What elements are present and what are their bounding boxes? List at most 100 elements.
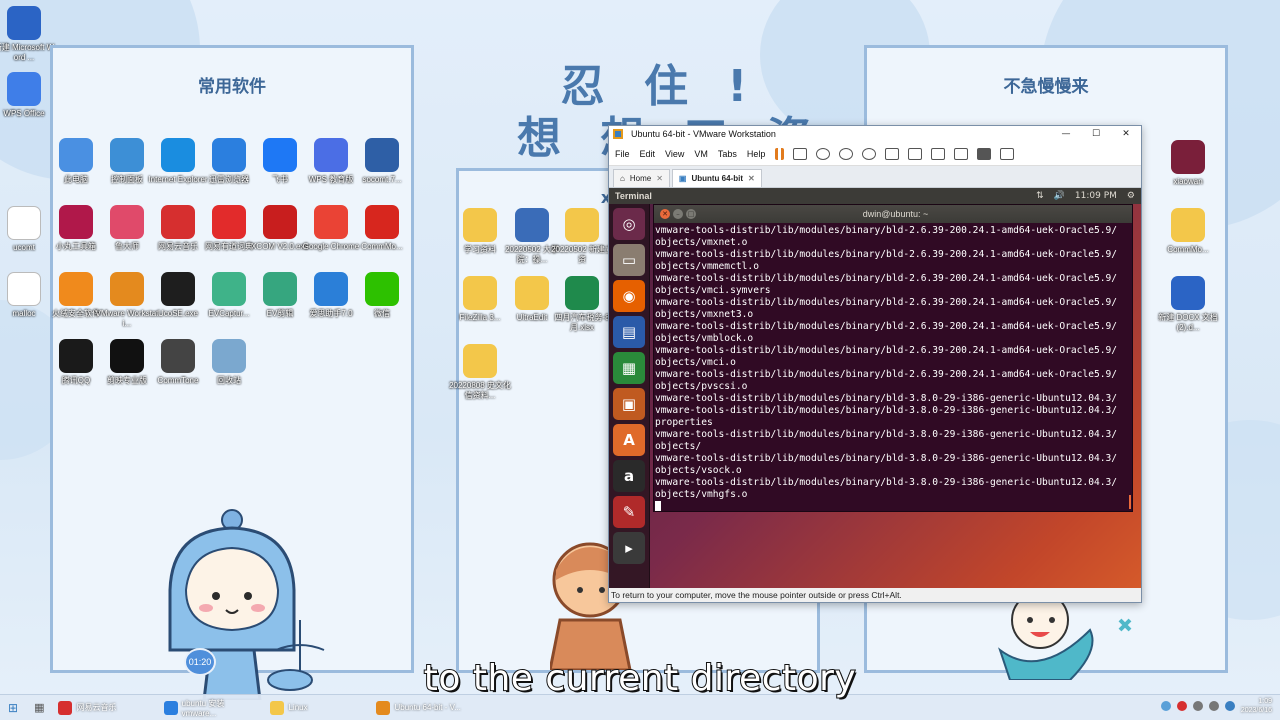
commtone-icon (161, 339, 195, 373)
ubuntu-guest-screen[interactable]: Terminal ⇅ 🔊 11:09 PM ⚙ ◎ ▭ ◉ ▤ ▦ ▣ Aa ✎ ▸ ✕ – □… (609, 188, 1141, 588)
vmware-workstation-window[interactable]: Ubuntu 64-bit - VMware Workstation — ☐ ✕… (608, 125, 1142, 603)
firefox-icon[interactable]: ◉ (613, 280, 645, 312)
maximize-icon[interactable]: ☐ (1081, 129, 1111, 139)
terminal-line: vmware-tools-distrib/lib/modules/binary/… (655, 225, 1118, 236)
ubuntu-dash-icon[interactable]: ◎ (613, 208, 645, 240)
terminal-cursor (655, 501, 1129, 513)
shortcut-label: xiaowan (1173, 177, 1203, 186)
taskbar-item[interactable]: Linux (264, 697, 368, 719)
tab-ubuntu-64-bit[interactable]: ▣ Ubuntu 64-bit ✕ (671, 169, 762, 187)
taskbar-item[interactable]: 网易云音乐 (52, 697, 156, 719)
terminal-line: objects/pvscsi.o (655, 381, 748, 392)
tray-network-icon[interactable] (1192, 701, 1203, 711)
terminal-window[interactable]: ✕ – □ dwin@ubuntu: ~ vmware-tools-distri… (653, 204, 1133, 512)
qq-icon (59, 339, 93, 373)
shortcut-label: 新建 Microsoft Word ... (0, 43, 54, 62)
impress-icon[interactable]: ▣ (613, 388, 645, 420)
terminal-line: vmware-tools-distrib/lib/modules/binary/… (655, 249, 1118, 260)
master-icon (110, 205, 144, 239)
menu-file[interactable]: File (615, 149, 630, 159)
volume-icon[interactable]: 🔊 (1054, 191, 1065, 201)
tab-home[interactable]: ⌂ Home ✕ (613, 169, 670, 187)
revert-snapshot-icon[interactable] (839, 147, 854, 160)
terminal-title: dwin@ubuntu: ~ (862, 209, 929, 219)
software-center-icon[interactable]: A (613, 424, 645, 456)
terminal-output[interactable]: vmware-tools-distrib/lib/modules/binary/… (654, 223, 1132, 513)
snapshot-icon[interactable] (816, 147, 831, 160)
stretch-guest-icon[interactable] (1000, 147, 1015, 160)
window-title: Ubuntu 64-bit - VMware Workstation (631, 129, 776, 139)
terminal-line: objects/ (655, 441, 702, 452)
thumbnail-icon[interactable] (908, 147, 923, 160)
taskbar-item[interactable]: Ubuntu 64-bit - V... (370, 697, 474, 719)
terminal-icon[interactable]: ▸ (613, 532, 645, 564)
desktop-shortcut[interactable]: 20220502 新建立资 (550, 208, 614, 265)
terminal-line: vmware-tools-distrib/lib/modules/binary/… (655, 321, 1118, 332)
menu-tabs[interactable]: Tabs (718, 149, 737, 159)
desktop-shortcut[interactable]: 四月汽车税务-8月.xlsx (550, 276, 614, 333)
close-icon[interactable]: ✕ (660, 209, 670, 219)
gear-icon[interactable]: ⚙ (1127, 191, 1135, 201)
clock[interactable]: 11:09 PM (1075, 191, 1117, 201)
shortcut-label: 新建 DOCX 文档 (2).d... (1158, 313, 1218, 332)
desktop-shortcut[interactable]: 微信 (350, 272, 414, 319)
tray-arrow-icon[interactable] (1160, 701, 1171, 711)
shortcut-label: 微信 (374, 309, 390, 318)
clock-date: 2023/6/16 (1240, 707, 1272, 714)
window-titlebar[interactable]: Ubuntu 64-bit - VMware Workstation — ☐ ✕ (609, 126, 1141, 142)
send-ctrl-alt-del-icon[interactable] (793, 147, 808, 160)
desktop-shortcut[interactable]: 回收站 (197, 339, 261, 386)
tray-music-icon[interactable] (1176, 701, 1187, 711)
snapshot-manager-icon[interactable] (862, 147, 877, 160)
writer-icon[interactable]: ▤ (613, 316, 645, 348)
desktop-shortcut[interactable]: WPS Office (0, 72, 56, 119)
tray-input-icon[interactable] (1224, 701, 1235, 711)
unity-icon[interactable] (954, 147, 969, 160)
minimize-icon[interactable]: – (673, 209, 683, 219)
maximize-icon[interactable]: □ (686, 209, 696, 219)
desktop-shortcut[interactable]: CommMo... (1156, 208, 1220, 255)
shortcut-label: CommMo... (1167, 245, 1209, 254)
network-icon[interactable]: ⇅ (1036, 191, 1044, 201)
menu-help[interactable]: Help (747, 149, 766, 159)
menu-view[interactable]: View (665, 149, 684, 159)
amazon-icon[interactable]: a (613, 460, 645, 492)
desktop-shortcut[interactable]: 新建 Microsoft Word ... (0, 6, 56, 63)
close-icon[interactable]: ✕ (1111, 129, 1141, 139)
tray-volume-icon[interactable] (1208, 701, 1219, 711)
tab-close-icon[interactable]: ✕ (748, 174, 755, 183)
taskbar-item-label: 网易云音乐 (76, 703, 117, 712)
panel-right-title: 不急慢慢来 (1003, 77, 1089, 97)
terminal-line: vmware-tools-distrib/lib/modules/binary/… (655, 405, 1118, 416)
desktop-shortcut[interactable]: xiaowan (1156, 140, 1220, 187)
huorong-icon (59, 272, 93, 306)
terminal-titlebar[interactable]: ✕ – □ dwin@ubuntu: ~ (654, 205, 1132, 223)
menu-vm[interactable]: VM (694, 149, 708, 159)
browser-icon (164, 700, 178, 715)
terminal-scrollbar[interactable] (1129, 495, 1131, 509)
settings-icon[interactable]: ✎ (613, 496, 645, 528)
files-icon[interactable]: ▭ (613, 244, 645, 276)
desktop-shortcut[interactable]: 20220808 史文化信资料... (448, 344, 512, 401)
menu-edit[interactable]: Edit (640, 149, 656, 159)
taskbar-clock[interactable]: 1:09 2023/6/16 (1241, 697, 1272, 715)
word-doc-icon (1171, 276, 1205, 310)
fullscreen-icon[interactable] (931, 147, 946, 160)
pause-icon[interactable] (775, 147, 785, 160)
tab-close-icon[interactable]: ✕ (656, 174, 663, 183)
file-icon (7, 206, 41, 240)
desktop-shortcut[interactable]: 新建 DOCX 文档 (2).d... (1156, 276, 1220, 333)
start-button[interactable]: ⊞ (0, 697, 26, 719)
taskbar-item[interactable]: ubuntu 安装 vmware... (158, 697, 262, 719)
terminal-line: objects/vmxnet3.o (655, 309, 754, 320)
desktop-shortcut[interactable]: socomt.7... (350, 138, 414, 185)
minimize-icon[interactable]: — (1051, 129, 1081, 139)
ue-icon (161, 272, 195, 306)
library-icon[interactable] (885, 147, 900, 160)
calc-icon[interactable]: ▦ (613, 352, 645, 384)
console-view-icon[interactable] (977, 147, 992, 160)
task-view-button[interactable]: ▦ (28, 697, 50, 719)
folder-icon (515, 208, 549, 242)
folder-icon (515, 276, 549, 310)
desktop-shortcut[interactable]: CommMo... (350, 205, 414, 252)
